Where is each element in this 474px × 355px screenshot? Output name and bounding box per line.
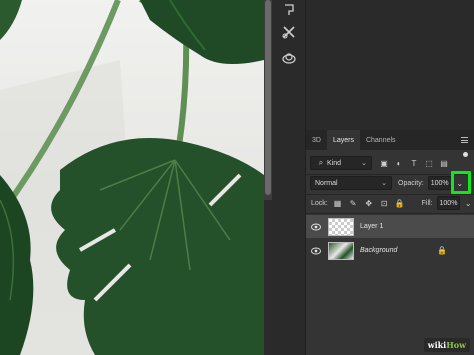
blend-mode-select[interactable]: Normal ⌄: [310, 176, 392, 190]
tool-presets-icon[interactable]: [278, 22, 300, 42]
fill-input[interactable]: 100%: [436, 196, 461, 210]
panel-tabs: 3D Layers Channels: [306, 130, 474, 150]
shape-filter-icon[interactable]: ⬚: [423, 157, 435, 169]
smart-object-filter-icon[interactable]: ▤: [438, 157, 450, 169]
fill-label: Fill:: [421, 199, 433, 207]
visibility-eye-icon[interactable]: [306, 223, 326, 231]
tab-layers[interactable]: Layers: [326, 130, 360, 150]
wikihow-watermark: wikiHow: [423, 338, 470, 352]
layers-panel: 3D Layers Channels ⌕ Kind ⌄ ▣ ◐ T ⬚ ▤ No…: [306, 130, 474, 355]
watermark-wiki: wiki: [427, 340, 447, 350]
layer-row-layer-1[interactable]: Layer 1: [306, 215, 474, 238]
opacity-label: Opacity:: [398, 179, 424, 187]
search-icon: ⌕: [318, 158, 324, 167]
layer-row-background[interactable]: Background 🔒: [306, 239, 474, 262]
lock-transparent-pixels-icon[interactable]: ▦: [332, 197, 344, 209]
filter-kind-label: Kind: [327, 159, 342, 167]
chevron-down-icon: ⌄: [381, 180, 387, 187]
libraries-icon[interactable]: [278, 48, 300, 68]
divider: [306, 213, 474, 214]
visibility-eye-icon[interactable]: [306, 247, 326, 255]
layer-thumbnail-plant: [328, 241, 354, 260]
collapsed-panel-strip: [272, 0, 306, 355]
tab-3d[interactable]: 3D: [306, 130, 327, 150]
lock-all-icon[interactable]: 🔒: [394, 197, 406, 209]
filter-toggle-icon[interactable]: [463, 152, 468, 157]
upper-panel-area: [306, 0, 474, 130]
plant-photo: [0, 0, 264, 355]
lock-artboard-icon[interactable]: ⊡: [378, 197, 390, 209]
filter-kind-select[interactable]: ⌕ Kind ⌄: [310, 156, 372, 170]
lock-image-pixels-icon[interactable]: ✎: [347, 197, 359, 209]
panel-menu-icon[interactable]: [461, 137, 468, 143]
type-filter-icon[interactable]: T: [408, 157, 420, 169]
blend-mode-value: Normal: [315, 179, 338, 187]
chevron-down-icon: ⌄: [361, 160, 367, 167]
filter-row: ⌕ Kind ⌄ ▣ ◐ T ⬚ ▤: [306, 152, 474, 170]
fill-dropdown-icon[interactable]: ⌄: [462, 197, 474, 209]
document-canvas[interactable]: [0, 0, 264, 355]
opacity-dropdown-highlight: [451, 171, 471, 194]
divider: [306, 194, 474, 195]
watermark-how: How: [446, 340, 466, 350]
layer-lock-icon: 🔒: [437, 246, 447, 255]
adjustment-filter-icon[interactable]: ◐: [393, 157, 405, 169]
brush-settings-icon[interactable]: [278, 0, 300, 20]
opacity-input[interactable]: 100%: [427, 176, 452, 190]
divider: [306, 174, 474, 175]
layer-name[interactable]: Background: [360, 247, 397, 254]
blend-opacity-row: Normal ⌄ Opacity: 100% ⌄: [306, 176, 474, 190]
layer-name[interactable]: Layer 1: [360, 223, 383, 230]
scrollbar-thumb[interactable]: [265, 0, 271, 195]
lock-position-icon[interactable]: ✥: [363, 197, 375, 209]
tab-channels[interactable]: Channels: [360, 130, 402, 150]
fill-value: 100%: [439, 199, 458, 207]
pixel-filter-icon[interactable]: ▣: [378, 157, 390, 169]
lock-fill-row: Lock: ▦ ✎ ✥ ⊡ 🔒 Fill: 100% ⌄: [306, 196, 474, 210]
canvas-scrollbar[interactable]: [264, 0, 272, 200]
opacity-value: 100%: [430, 179, 449, 187]
layer-thumbnail-transparent: [328, 217, 354, 236]
lock-label: Lock:: [311, 199, 328, 207]
